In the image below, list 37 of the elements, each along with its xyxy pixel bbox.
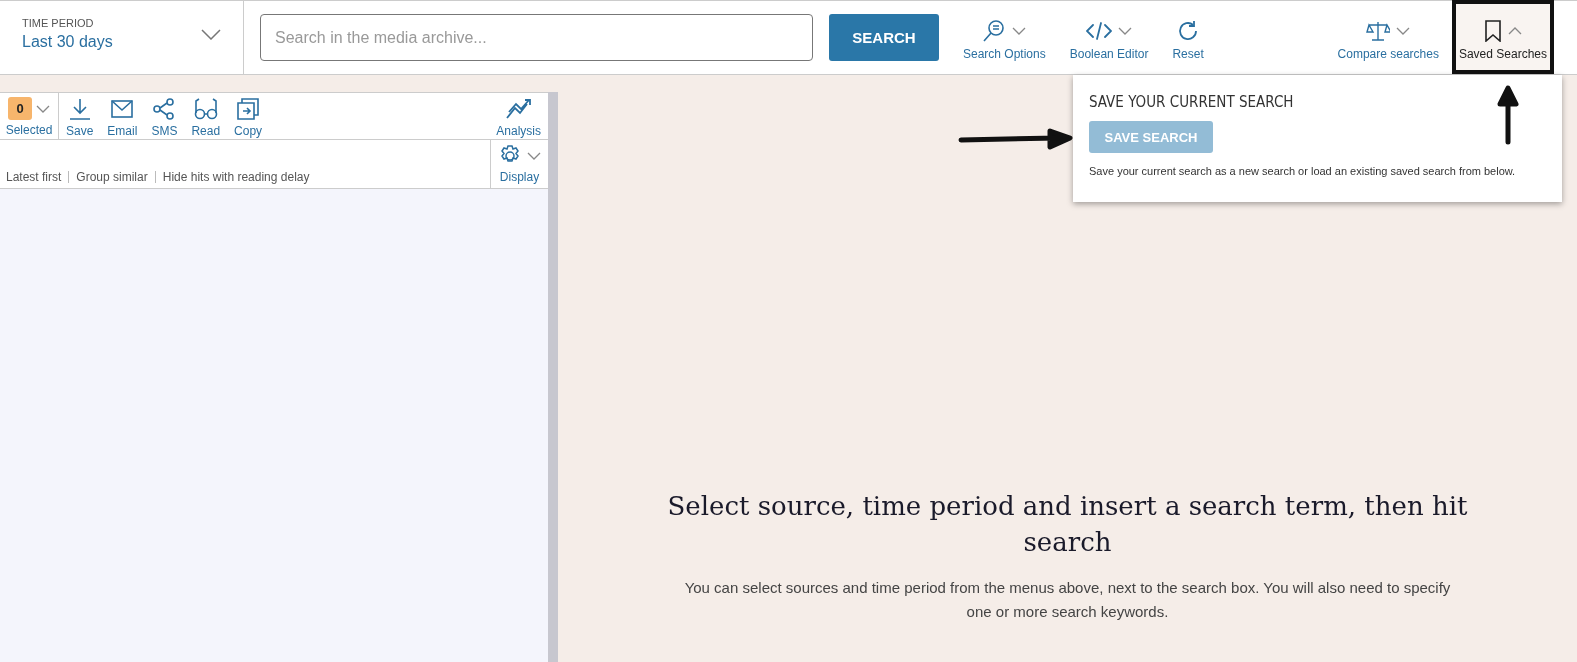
empty-state-text: You can select sources and time period from the menus above, next to the search box. You will also need to specify one or more search keywords.: [683, 578, 1452, 622]
chevron-icon: [36, 104, 50, 113]
compare-button[interactable]: Compare searches: [1333, 1, 1443, 74]
email-button[interactable]: Email: [100, 93, 145, 139]
share-icon: [153, 98, 176, 120]
read-button[interactable]: Read: [184, 93, 228, 139]
popover-title: SAVE YOUR CURRENT SEARCH: [1089, 93, 1295, 111]
save-button[interactable]: Save: [59, 93, 101, 139]
copy-button[interactable]: Copy: [227, 93, 270, 139]
selected-count: 0: [8, 97, 32, 120]
trend-icon: [505, 99, 532, 119]
search-button[interactable]: SEARCH: [829, 14, 939, 61]
search-icon: [982, 19, 1007, 43]
analysis-button[interactable]: Analysis: [489, 93, 548, 139]
chevron-icon: [201, 29, 221, 40]
arrow-icon: [1496, 84, 1520, 146]
empty-state-title: Select source, time period and insert a search term, then hit search: [667, 490, 1468, 559]
sort-option[interactable]: Latest first: [6, 171, 69, 183]
scales-icon: [1366, 20, 1391, 42]
envelope-icon: [111, 100, 134, 118]
scrollbar[interactable]: [548, 92, 558, 662]
popover-text: Save your current search as a new search or load an existing saved search from below.: [1089, 165, 1517, 177]
search-options-button[interactable]: Search Options: [959, 19, 1050, 74]
search-field[interactable]: Search in the media archive...: [260, 14, 813, 61]
bookmark-icon: [1483, 20, 1502, 42]
reset-button[interactable]: Reset: [1168, 19, 1208, 74]
sms-button[interactable]: SMS: [144, 93, 185, 139]
download-icon: [68, 98, 91, 120]
copy-icon: [237, 98, 260, 120]
glasses-icon: [193, 98, 218, 120]
time-period-dropdown[interactable]: TIME PERIOD Last 30 days: [0, 1, 244, 74]
chevron-icon: [526, 152, 541, 160]
sort-option[interactable]: Hide hits with reading delay: [154, 171, 317, 183]
sort-option[interactable]: Group similar: [68, 171, 155, 183]
code-icon: [1086, 21, 1113, 41]
selected-label: Selected: [5, 123, 53, 137]
boolean-editor-button[interactable]: Boolean Editor: [1065, 19, 1153, 74]
